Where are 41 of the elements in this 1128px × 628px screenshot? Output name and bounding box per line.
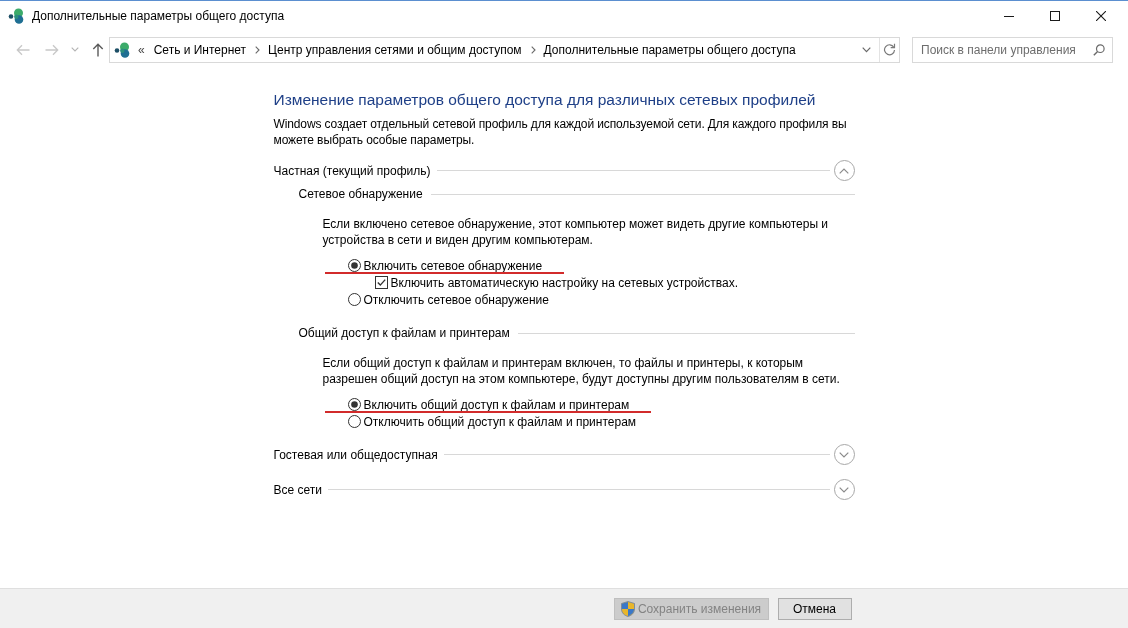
section-description: Если включено сетевое обнаружение, этот компьютер может видеть другие компьютеры и устройства в сети и виден другим компьютерам.: [322, 216, 830, 248]
section-label: Сетевое обнаружение: [298, 186, 423, 203]
breadcrumb-overflow[interactable]: «: [138, 40, 145, 59]
up-arrow-icon[interactable]: [92, 42, 104, 57]
section-description: Если общий доступ к файлам и принтерам включен, то файлы и принтеры, к которым разрешен общий доступ на этом компьютере, будут доступны другим пользователям в сети.: [322, 355, 841, 387]
profile-label: Частная (текущий профиль): [273, 162, 431, 180]
profile-label: Гостевая или общедоступная: [273, 446, 438, 464]
radio-button[interactable]: [347, 259, 361, 272]
minimize-icon: [1004, 15, 1014, 17]
search-icon[interactable]: [1093, 43, 1105, 56]
page-description: Windows создает отдельный сетевой профиль для каждой используемой сети. Для каждого профиля вы можете выбрать особые параметры.: [273, 116, 848, 148]
section-label: Общий доступ к файлам и принтерам: [298, 325, 510, 342]
window-title: Дополнительные параметры общего доступа: [32, 8, 285, 25]
refresh-icon[interactable]: [883, 43, 896, 56]
chevron-right-icon[interactable]: [255, 45, 261, 54]
breadcrumb-item[interactable]: Дополнительные параметры общего доступа: [543, 40, 796, 59]
checkbox[interactable]: [374, 276, 388, 289]
radio-button[interactable]: [347, 398, 361, 411]
radio-label[interactable]: Включить сетевое обнаружение: [363, 256, 543, 275]
breadcrumb-item[interactable]: Сеть и Интернет: [153, 40, 247, 59]
chevron-down-icon: [839, 451, 849, 458]
chevron-down-icon: [839, 486, 849, 493]
network-icon: [114, 41, 130, 58]
breadcrumb-item[interactable]: Центр управления сетями и общим доступом: [268, 40, 522, 59]
close-icon: [1096, 11, 1106, 21]
address-bar[interactable]: « Сеть и Интернет Центр управления сетями и общим доступом Дополнительные параметры общего доступа: [109, 36, 900, 63]
network-icon: [8, 8, 24, 24]
profile-label: Все сети: [273, 481, 322, 499]
radio-label[interactable]: Отключить общий доступ к файлам и принтерам: [363, 412, 637, 431]
checkbox-label[interactable]: Включить автоматическую настройку на сетевых устройствах.: [390, 273, 738, 292]
chevron-up-icon: [839, 167, 849, 174]
chevron-down-icon[interactable]: [862, 46, 871, 53]
chevron-right-icon[interactable]: [530, 45, 536, 54]
maximize-icon: [1050, 11, 1060, 21]
radio-label[interactable]: Отключить сетевое обнаружение: [363, 290, 549, 309]
radio-button[interactable]: [347, 293, 361, 306]
cancel-button[interactable]: Отмена: [777, 597, 852, 620]
search-field[interactable]: Поиск в панели управления: [912, 36, 1113, 63]
radio-label[interactable]: Включить общий доступ к файлам и принтерам: [363, 395, 630, 414]
page-heading: Изменение параметров общего доступа для различных сетевых профилей: [273, 90, 817, 110]
radio-button[interactable]: [347, 415, 361, 428]
